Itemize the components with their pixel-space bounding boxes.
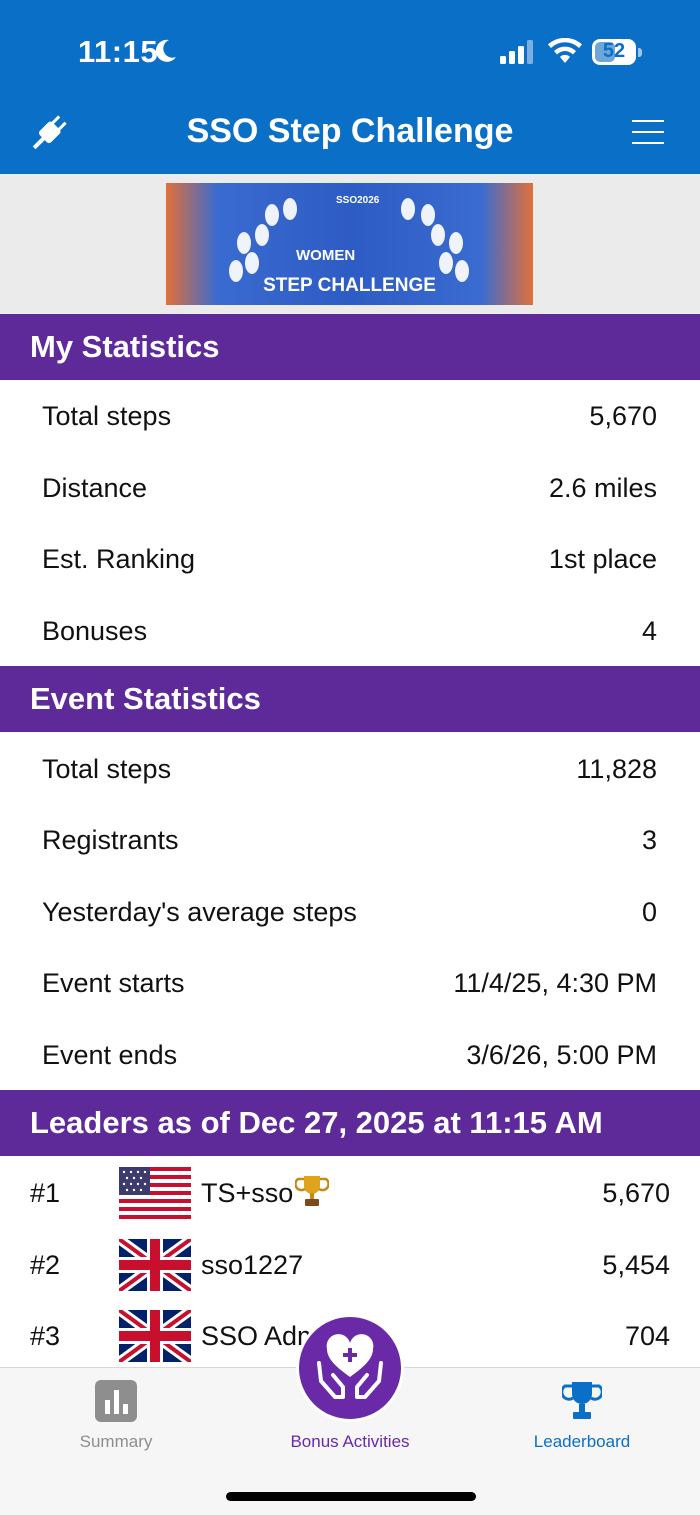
leader-steps: 5,670 [602,1178,670,1208]
cellular-signal-icon [500,40,533,64]
trophy-icon [562,1382,602,1419]
tab-label: Bonus Activities [290,1432,410,1451]
stat-value: 1st place [548,544,657,574]
event-row-starts: Event starts 11/4/25, 4:30 PM [42,947,657,1019]
uk-flag-icon [119,1239,191,1291]
us-flag-icon [119,1167,191,1219]
stat-row-distance: Distance 2.6 miles [42,452,657,524]
banner-area: SSO2026 WOMEN STEP CHALLENGE [0,174,700,314]
status-time: 11:15 [78,34,159,69]
leader-steps: 5,454 [602,1250,670,1280]
stat-value: 2.6 miles [548,473,657,503]
stat-value: 3 [641,825,657,855]
stat-value: 5,670 [589,401,657,431]
hamburger-menu-icon[interactable] [632,120,664,148]
stat-row-bonuses: Bonuses 4 [42,595,657,667]
uk-flag-icon [119,1310,191,1362]
stat-label: Event ends [42,1040,178,1070]
event-row-total-steps: Total steps 11,828 [42,733,657,805]
leader-name: sso1227 [201,1250,304,1280]
leader-name: TS+sso [201,1178,294,1208]
stat-label: Est. Ranking [42,544,196,574]
leader-rank: #2 [30,1250,61,1280]
my-statistics-header: My Statistics [0,314,700,380]
leader-name-wrapper: TS+sso [201,1157,330,1229]
battery-nub [638,48,642,57]
battery-percent: 52 [602,40,626,62]
leaders-header: Leaders as of Dec 27, 2025 at 11:15 AM [0,1090,700,1156]
leader-rank: #1 [30,1178,61,1208]
wifi-icon [548,38,582,63]
stat-label: Registrants [42,825,179,855]
stat-label: Bonuses [42,616,148,646]
tab-leaderboard[interactable]: Leaderboard [492,1368,672,1468]
stat-value: 4 [641,616,657,646]
app-title: SSO Step Challenge [186,112,514,150]
stat-value: 11,828 [576,754,657,784]
leader-row[interactable]: #2 sso1227 5,454 [0,1229,700,1301]
leader-steps: 704 [624,1321,670,1351]
leader-row[interactable]: #1 TS+sso 5,670 [0,1157,700,1229]
trophy-emoji-icon [295,1175,330,1206]
tab-label: Leaderboard [533,1432,631,1451]
stat-label: Yesterday's average steps [42,897,357,927]
banner-group-name: WOMEN [296,247,356,264]
app-header: 11:15 52 SSO Step Challenge [0,0,700,174]
stat-row-ranking: Est. Ranking 1st place [42,523,657,595]
stat-label: Distance [42,473,148,503]
step-challenge-banner: SSO2026 WOMEN STEP CHALLENGE [166,183,533,305]
bonus-activities-button[interactable] [296,1314,404,1422]
event-row-average-steps: Yesterday's average steps 0 [42,876,657,948]
leader-rank: #3 [30,1321,61,1351]
stat-label: Total steps [42,754,172,784]
event-row-ends: Event ends 3/6/26, 5:00 PM [42,1019,657,1091]
stat-row-total-steps: Total steps 5,670 [42,380,657,452]
stat-value: 3/6/26, 5:00 PM [466,1040,657,1070]
event-row-registrants: Registrants 3 [42,804,657,876]
stat-value: 0 [641,897,657,927]
banner-org-logo: SSO2026 [336,195,380,206]
event-statistics-header: Event Statistics [0,666,700,732]
home-indicator[interactable] [226,1492,476,1501]
bar-chart-icon [95,1380,137,1422]
stat-label: Total steps [42,401,172,431]
tab-label: Summary [79,1432,153,1451]
battery-indicator: 52 [592,39,642,65]
heart-hands-icon [317,1334,383,1399]
banner-title: STEP CHALLENGE [263,275,436,296]
tab-summary[interactable]: Summary [26,1368,206,1468]
stat-value: 11/4/25, 4:30 PM [453,968,657,998]
stat-label: Event starts [42,968,185,998]
moon-icon [155,39,176,62]
